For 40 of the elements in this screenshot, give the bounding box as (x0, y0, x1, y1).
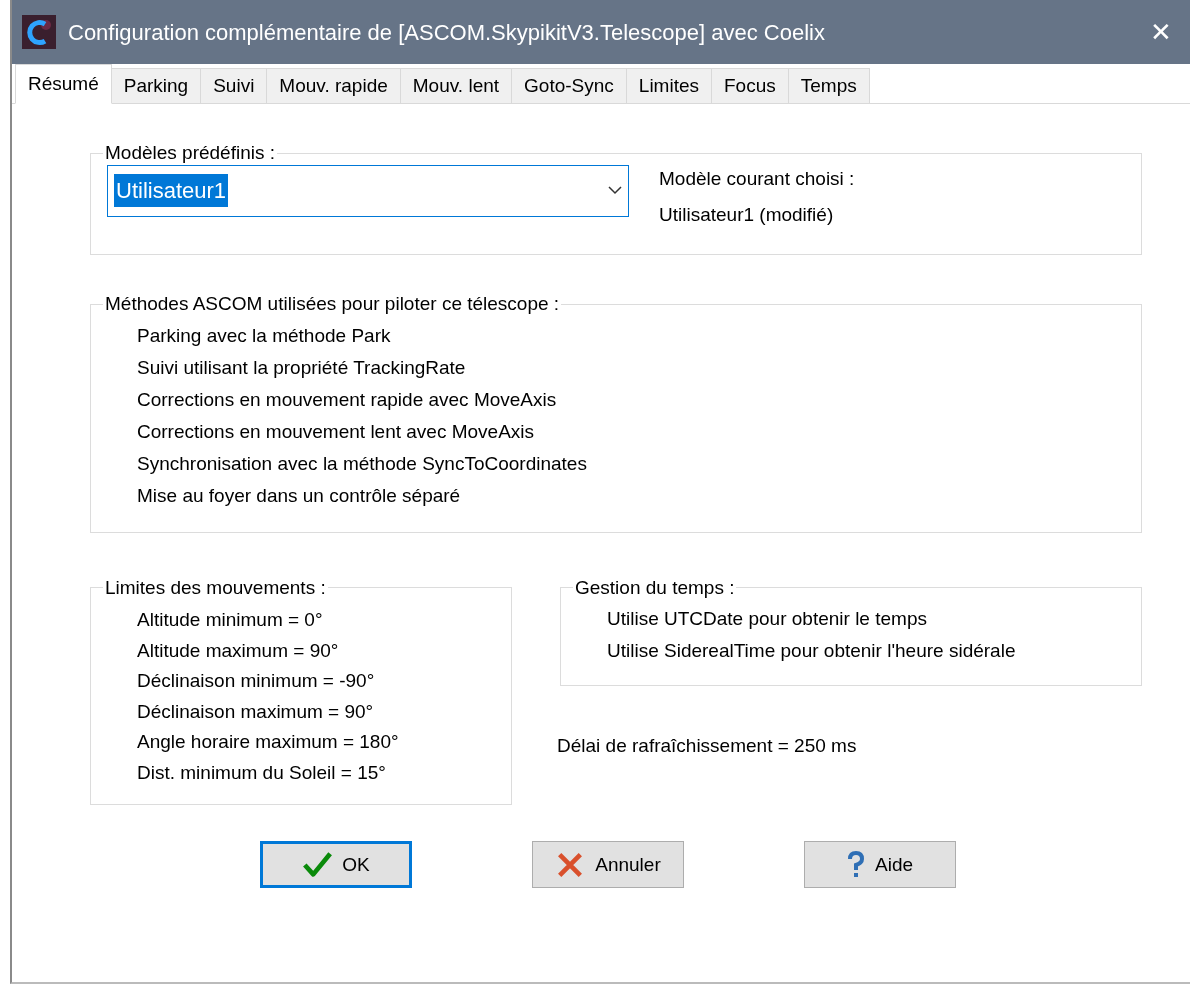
app-icon (22, 15, 56, 49)
check-icon (302, 849, 333, 880)
help-icon (847, 850, 865, 879)
info-line: Synchronisation avec la méthode SyncToCoordinates (137, 451, 588, 476)
info-line: Suivi utilisant la propriété TrackingRate (137, 355, 467, 380)
tab[interactable]: Goto-Sync (511, 68, 627, 103)
info-line: Corrections en mouvement lent avec MoveAxis (137, 419, 536, 444)
group-title: Gestion du temps : (574, 576, 736, 600)
group-title: Modèles prédéfinis : (104, 142, 277, 165)
tab[interactable]: Focus (711, 68, 789, 103)
info-line: Mise au foyer dans un contrôle séparé (137, 483, 462, 508)
info-line: Utilise SiderealTime pour obtenir l'heure sidérale (607, 639, 1017, 664)
tab[interactable]: Résumé (15, 64, 112, 104)
tab[interactable]: Limites (625, 68, 712, 103)
group-title: Méthodes ASCOM utilisées pour piloter ce télescope : (104, 292, 561, 316)
model-dropdown[interactable]: Utilisateur1 (107, 164, 629, 217)
group-title: Limites des mouvements : (104, 576, 327, 600)
help-button[interactable]: Aide (804, 841, 956, 889)
tab[interactable]: Temps (787, 68, 870, 103)
info-line: Utilise UTCDate pour obtenir le temps (607, 607, 928, 632)
window-title: Configuration complémentaire de [ASCOM.SkypikitV3.Telescope] avec Coelix (68, 18, 826, 47)
current-model-label: Modèle courant choisi : (659, 166, 855, 191)
tab[interactable]: Suivi (200, 68, 268, 103)
chevron-down-icon (608, 186, 622, 196)
tab[interactable]: Mouv. lent (399, 68, 513, 103)
info-line: Angle horaire maximum = 180° (137, 730, 400, 755)
info-line: Altitude maximum = 90° (137, 638, 340, 663)
current-model-value: Utilisateur1 (modifié) (659, 203, 835, 228)
info-line: Dist. minimum du Soleil = 15° (137, 760, 387, 785)
info-line: Altitude minimum = 0° (137, 608, 324, 633)
close-button[interactable]: ✕ (1146, 19, 1176, 45)
info-line: Déclinaison minimum = -90° (137, 669, 376, 694)
cancel-button[interactable]: Annuler (532, 841, 684, 889)
info-line: Corrections en mouvement rapide avec MoveAxis (137, 387, 558, 412)
info-line: Déclinaison maximum = 90° (137, 699, 375, 724)
tab[interactable]: Parking (110, 68, 202, 103)
info-line: Parking avec la méthode Park (137, 323, 392, 348)
ok-button[interactable]: OK (260, 841, 412, 889)
tab[interactable]: Mouv. rapide (266, 68, 401, 103)
refresh-delay-text: Délai de rafraîchissement = 250 ms (557, 734, 858, 759)
